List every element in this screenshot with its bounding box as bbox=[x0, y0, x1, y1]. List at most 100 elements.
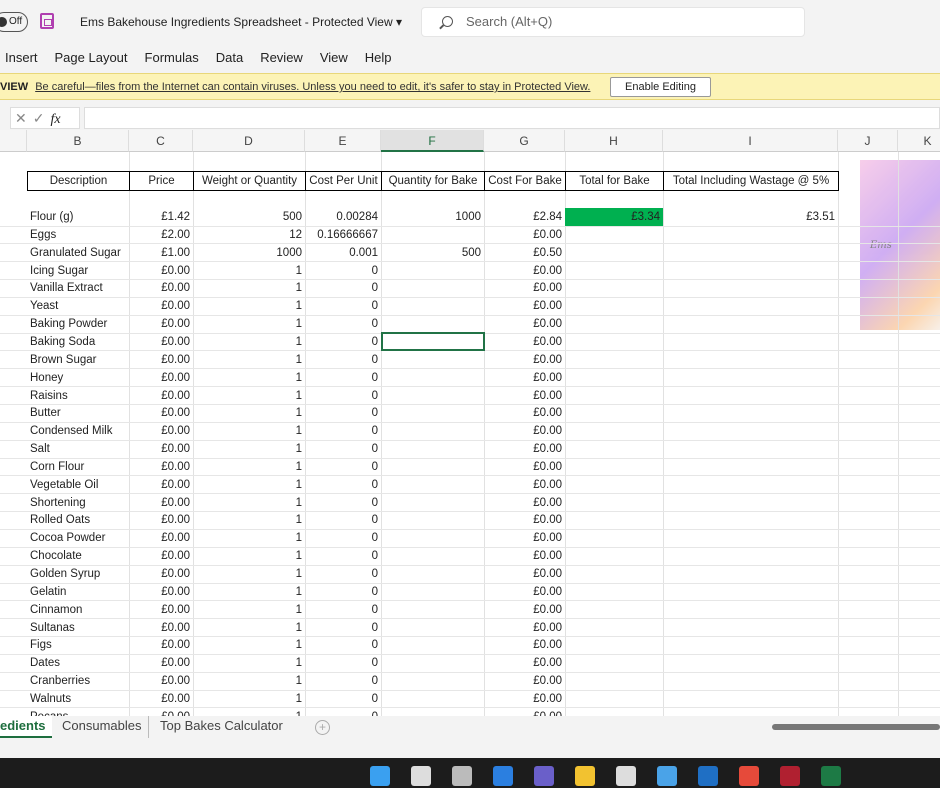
ingredient-name-cell[interactable]: Figs bbox=[27, 636, 129, 654]
outlook-icon[interactable] bbox=[698, 766, 718, 786]
column-header-I[interactable]: I bbox=[663, 130, 838, 152]
tab-review[interactable]: Review bbox=[260, 50, 303, 65]
table-cell[interactable]: £0.00 bbox=[484, 565, 565, 583]
search-icon[interactable] bbox=[411, 766, 431, 786]
table-cell[interactable]: £0.00 bbox=[484, 404, 565, 422]
table-cell[interactable]: 12 bbox=[193, 226, 305, 244]
table-cell[interactable]: 1 bbox=[193, 262, 305, 280]
document-title[interactable]: Ems Bakehouse Ingredients Spreadsheet - … bbox=[80, 15, 402, 29]
table-cell[interactable] bbox=[381, 494, 484, 512]
ingredient-name-cell[interactable]: Golden Syrup bbox=[27, 565, 129, 583]
table-cell[interactable]: 1 bbox=[193, 422, 305, 440]
table-cell[interactable]: 0 bbox=[305, 601, 381, 619]
table-cell[interactable]: £0.00 bbox=[484, 583, 565, 601]
table-cell[interactable]: 1 bbox=[193, 440, 305, 458]
ingredient-name-cell[interactable]: Butter bbox=[27, 404, 129, 422]
table-cell[interactable]: 0 bbox=[305, 636, 381, 654]
tab-insert[interactable]: Insert bbox=[5, 50, 38, 65]
ingredient-name-cell[interactable]: Cocoa Powder bbox=[27, 529, 129, 547]
table-cell[interactable]: 0 bbox=[305, 619, 381, 637]
ingredient-name-cell[interactable]: Pecans bbox=[27, 708, 129, 716]
table-cell[interactable]: 1 bbox=[193, 654, 305, 672]
column-header-E[interactable]: E bbox=[305, 130, 381, 152]
table-cell[interactable]: £0.00 bbox=[484, 476, 565, 494]
table-cell[interactable]: 1 bbox=[193, 297, 305, 315]
table-cell[interactable]: £0.00 bbox=[129, 511, 193, 529]
table-cell[interactable]: 1 bbox=[193, 387, 305, 405]
table-cell[interactable]: £0.00 bbox=[129, 297, 193, 315]
table-cell[interactable]: £0.00 bbox=[484, 297, 565, 315]
table-cell[interactable]: 0 bbox=[305, 404, 381, 422]
table-cell[interactable]: £0.00 bbox=[129, 333, 193, 351]
table-cell[interactable]: £0.00 bbox=[129, 654, 193, 672]
column-header-J[interactable]: J bbox=[838, 130, 898, 152]
table-cell[interactable]: 0 bbox=[305, 583, 381, 601]
column-header-C[interactable]: C bbox=[129, 130, 193, 152]
table-cell[interactable]: £0.00 bbox=[484, 672, 565, 690]
ingredient-name-cell[interactable]: Raisins bbox=[27, 387, 129, 405]
table-cell[interactable]: 1 bbox=[193, 690, 305, 708]
table-cell[interactable] bbox=[381, 458, 484, 476]
table-cell[interactable]: £0.00 bbox=[484, 422, 565, 440]
table-cell[interactable]: £0.00 bbox=[129, 440, 193, 458]
table-cell[interactable]: £0.00 bbox=[484, 547, 565, 565]
table-cell[interactable]: 0 bbox=[305, 654, 381, 672]
table-cell[interactable]: 0 bbox=[305, 315, 381, 333]
ingredient-name-cell[interactable]: Icing Sugar bbox=[27, 262, 129, 280]
table-cell[interactable]: 0 bbox=[305, 333, 381, 351]
save-icon[interactable] bbox=[40, 13, 54, 29]
table-cell[interactable] bbox=[381, 422, 484, 440]
table-cell[interactable]: 1 bbox=[193, 333, 305, 351]
table-cell[interactable]: 0 bbox=[305, 565, 381, 583]
tab-page-layout[interactable]: Page Layout bbox=[55, 50, 128, 65]
table-cell[interactable]: 0 bbox=[305, 351, 381, 369]
ingredient-name-cell[interactable]: Gelatin bbox=[27, 583, 129, 601]
table-cell[interactable]: £0.00 bbox=[129, 387, 193, 405]
table-cell[interactable] bbox=[381, 601, 484, 619]
table-cell[interactable]: £0.00 bbox=[129, 672, 193, 690]
ingredient-name-cell[interactable]: Condensed Milk bbox=[27, 422, 129, 440]
table-cell[interactable]: £0.00 bbox=[129, 404, 193, 422]
table-cell[interactable] bbox=[381, 369, 484, 387]
table-cell[interactable] bbox=[381, 672, 484, 690]
enable-editing-button[interactable]: Enable Editing bbox=[610, 77, 711, 97]
ingredient-name-cell[interactable]: Walnuts bbox=[27, 690, 129, 708]
autosave-toggle[interactable]: Off bbox=[0, 12, 28, 32]
table-cell[interactable]: 1 bbox=[193, 547, 305, 565]
table-cell[interactable] bbox=[381, 654, 484, 672]
ingredient-name-cell[interactable]: Brown Sugar bbox=[27, 351, 129, 369]
table-cell[interactable]: £1.00 bbox=[129, 244, 193, 262]
table-cell[interactable]: £2.00 bbox=[129, 226, 193, 244]
task-view-icon[interactable] bbox=[452, 766, 472, 786]
table-cell[interactable]: £0.50 bbox=[484, 244, 565, 262]
column-header-K[interactable]: K bbox=[898, 130, 940, 152]
table-cell[interactable] bbox=[381, 511, 484, 529]
table-cell[interactable]: £0.00 bbox=[129, 351, 193, 369]
table-cell[interactable]: 1000 bbox=[381, 208, 484, 226]
table-cell[interactable]: 1 bbox=[193, 636, 305, 654]
ingredient-name-cell[interactable]: Vegetable Oil bbox=[27, 476, 129, 494]
protected-view-message[interactable]: Be careful—files from the Internet can c… bbox=[35, 81, 590, 93]
table-cell[interactable]: 0 bbox=[305, 279, 381, 297]
ingredient-name-cell[interactable]: Cinnamon bbox=[27, 601, 129, 619]
table-cell[interactable] bbox=[381, 529, 484, 547]
table-cell[interactable]: 1 bbox=[193, 565, 305, 583]
table-cell[interactable]: 0 bbox=[305, 476, 381, 494]
table-cell[interactable]: £0.00 bbox=[484, 529, 565, 547]
table-cell[interactable]: £0.00 bbox=[129, 708, 193, 716]
table-cell[interactable]: £0.00 bbox=[484, 619, 565, 637]
ingredient-name-cell[interactable]: Baking Soda bbox=[27, 333, 129, 351]
table-cell[interactable]: 1 bbox=[193, 458, 305, 476]
table-cell[interactable] bbox=[381, 583, 484, 601]
table-cell[interactable]: 0 bbox=[305, 511, 381, 529]
tab-formulas[interactable]: Formulas bbox=[145, 50, 199, 65]
table-cell[interactable]: £0.00 bbox=[129, 262, 193, 280]
table-cell[interactable]: £0.00 bbox=[484, 708, 565, 716]
table-cell[interactable]: 1 bbox=[193, 708, 305, 716]
table-cell[interactable] bbox=[381, 708, 484, 716]
table-cell[interactable]: £2.84 bbox=[484, 208, 565, 226]
table-cell[interactable]: 1 bbox=[193, 672, 305, 690]
ingredient-name-cell[interactable]: Rolled Oats bbox=[27, 511, 129, 529]
ingredient-name-cell[interactable]: Vanilla Extract bbox=[27, 279, 129, 297]
chrome-icon[interactable] bbox=[739, 766, 759, 786]
